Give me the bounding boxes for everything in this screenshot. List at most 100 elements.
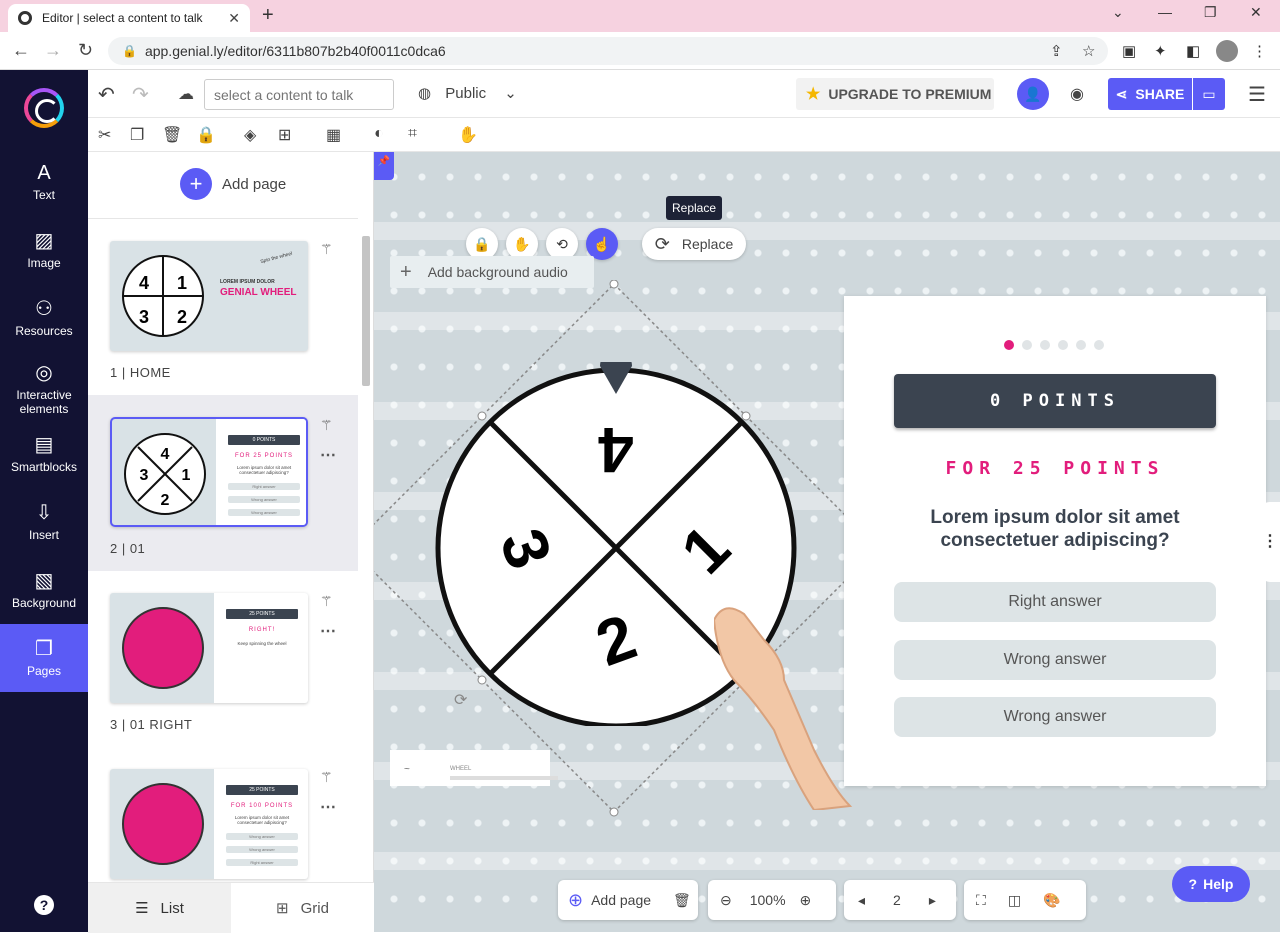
crop-icon[interactable]: ⌗ [408, 125, 417, 143]
transparency-icon[interactable]: ▦ [326, 125, 341, 145]
profile-avatar[interactable] [1216, 40, 1238, 62]
present-icon[interactable]: ▭ [1193, 78, 1225, 110]
editor-canvas[interactable]: 📌 Replace 🔒 ✋ ⟲ ☝ ⟳ Replace + Add backgr… [374, 152, 1280, 932]
redo-icon[interactable]: ↷ [132, 82, 149, 107]
browser-menu-icon[interactable]: ⋮ [1252, 42, 1267, 60]
more-options-icon[interactable]: ⋯ [320, 445, 336, 465]
forward-icon[interactable]: → [44, 40, 62, 61]
magic-wand-icon[interactable]: ⚚ [320, 241, 333, 258]
edit-toolbar: ✂ ❐ 🗑 🔒 ◈ ⊞ ▦ ◐ ⌗ ✋ [88, 118, 1280, 152]
preview-eye-icon[interactable]: ◉ [1070, 84, 1084, 104]
page-item-4[interactable]: 25 POINTS FOR 100 POINTS Lorem ipsum dol… [88, 747, 358, 882]
sidebar-item-insert[interactable]: ⇩ Insert [0, 500, 88, 568]
share-button[interactable]: ⋖ SHARE [1108, 78, 1192, 110]
page-thumbnail[interactable]: 4 1 2 3 0 POINTS FOR 25 POINTS Lorem ips… [110, 417, 308, 527]
hand-icon[interactable]: ✋ [458, 125, 478, 145]
delete-page-icon[interactable]: 🗑 [673, 892, 691, 909]
talk-content-input[interactable] [204, 79, 394, 110]
page-number[interactable]: 2 [893, 892, 901, 908]
cut-icon[interactable]: ✂ [98, 125, 111, 145]
address-bar: ← → ↻ 🔒 app.genial.ly/editor/6311b807b2b… [0, 32, 1280, 70]
help-button[interactable]: ? Help [1172, 866, 1250, 902]
thumb-for-points: FOR 25 POINTS [234, 453, 293, 459]
visibility-dropdown[interactable]: ◍ Public ⌄ [418, 84, 517, 102]
answer-button-2[interactable]: Wrong answer [894, 640, 1216, 680]
answer-button-1[interactable]: Right answer [894, 582, 1216, 622]
fit-screen-icon[interactable]: ⛶ [976, 892, 986, 909]
thumb-wheel [122, 783, 204, 865]
more-options-icon[interactable]: ⋯ [320, 797, 336, 817]
back-icon[interactable]: ← [12, 40, 30, 61]
pages-scrollbar[interactable] [360, 222, 372, 878]
palette-icon[interactable]: 🎨 [1043, 892, 1060, 909]
browser-tab[interactable]: Editor | select a content to talk ✕ [8, 4, 250, 32]
side-panel-handle-icon[interactable]: ⋮ [1258, 502, 1280, 582]
close-tab-icon[interactable]: ✕ [228, 10, 240, 27]
copy-icon[interactable]: ❐ [130, 125, 144, 145]
scrollbar-thumb[interactable] [362, 236, 370, 386]
audio-wave-icon: ~ [404, 764, 410, 775]
insert-icon: ⇩ [35, 502, 53, 524]
thumb-answer: Wrong answer [228, 496, 300, 503]
thumb-title: GENIAL WHEEL [220, 287, 297, 298]
pin-icon[interactable]: 📌 [374, 152, 394, 180]
rotate-handle-icon[interactable]: ⟳ [454, 690, 467, 710]
magic-wand-icon[interactable]: ⚚ [320, 769, 333, 786]
page-thumbnail[interactable]: 25 POINTS FOR 100 POINTS Lorem ipsum dol… [110, 769, 308, 879]
close-window-icon[interactable]: ✕ [1250, 4, 1262, 21]
puzzle-icon[interactable]: ✦ [1154, 42, 1167, 60]
prev-page-icon[interactable]: ◂ [858, 892, 865, 909]
undo-icon[interactable]: ↶ [98, 82, 115, 107]
sidebar-item-interactive[interactable]: ◎ Interactive elements [0, 360, 88, 436]
page-thumbnail[interactable]: 4 1 3 2 LOREM IPSUM DOLOR GENIAL WHEEL S… [110, 241, 308, 351]
restore-icon[interactable]: ❐ [1204, 4, 1217, 21]
minimize-icon[interactable]: — [1158, 4, 1172, 20]
sidebar-item-pages[interactable]: ❐ Pages [0, 624, 88, 692]
url-field[interactable]: 🔒 app.genial.ly/editor/6311b807b2b40f001… [108, 37, 1108, 65]
layers-icon[interactable]: ◈ [244, 125, 256, 145]
page-item-1[interactable]: 4 1 3 2 LOREM IPSUM DOLOR GENIAL WHEEL S… [88, 219, 358, 395]
sidebar-item-image[interactable]: ▨ Image [0, 228, 88, 296]
upgrade-premium-button[interactable]: ★ UPGRADE TO PREMIUM [796, 78, 994, 110]
lock-icon[interactable]: 🔒 [196, 125, 216, 145]
next-page-icon[interactable]: ▸ [929, 892, 936, 909]
tab-search-icon[interactable]: ⌄ [1112, 4, 1124, 21]
answer-button-3[interactable]: Wrong answer [894, 697, 1216, 737]
replace-button[interactable]: ⟳ Replace [642, 228, 746, 260]
filter-icon[interactable]: ◐ [374, 125, 384, 143]
svg-text:2: 2 [161, 492, 170, 509]
sidebar-item-smartblocks[interactable]: ▤ Smartblocks [0, 432, 88, 500]
page-thumbnail[interactable]: 25 POINTS RIGHT! Keep spinning the wheel [110, 593, 308, 703]
sidebar-item-resources[interactable]: ⚇ Resources [0, 296, 88, 364]
sidebar-item-text[interactable]: A Text [0, 160, 88, 228]
sidepanel-icon[interactable]: ◧ [1186, 42, 1200, 60]
zoom-level[interactable]: 100% [750, 892, 786, 908]
points-display: 0 POINTS [894, 374, 1216, 428]
bookmark-star-icon[interactable]: ☆ [1082, 42, 1095, 60]
add-page-bottom-button[interactable]: ⊕ Add page [558, 890, 651, 911]
share-page-icon[interactable]: ⇪ [1050, 42, 1063, 60]
audio-player-element[interactable]: ~ WHEEL [390, 750, 558, 786]
page-item-2[interactable]: 4 1 2 3 0 POINTS FOR 25 POINTS Lorem ips… [88, 395, 358, 571]
page-item-3[interactable]: 25 POINTS RIGHT! Keep spinning the wheel… [88, 571, 358, 747]
add-collaborator-icon[interactable]: 👤 [1017, 78, 1049, 110]
more-options-icon[interactable]: ⋯ [320, 621, 336, 641]
zoom-out-icon[interactable]: ⊖ [720, 892, 732, 909]
new-tab-icon[interactable]: + [262, 4, 274, 27]
thumb-points: 25 POINTS [226, 609, 298, 619]
group-icon[interactable]: ⊞ [278, 125, 291, 145]
zoom-in-icon[interactable]: ⊕ [800, 892, 812, 909]
hamburger-menu-icon[interactable]: ☰ [1248, 82, 1266, 107]
help-question-icon[interactable]: ? [34, 895, 54, 915]
grid-view-button[interactable]: ⊞ Grid [231, 883, 374, 933]
genially-logo-icon[interactable] [24, 88, 64, 128]
extension-icon[interactable]: ▣ [1122, 42, 1136, 60]
split-view-icon[interactable]: ◫ [1008, 892, 1021, 909]
magic-wand-icon[interactable]: ⚚ [320, 593, 333, 610]
list-view-button[interactable]: ☰ List [88, 883, 231, 933]
thumb-wheel: 4 1 3 2 [122, 255, 204, 337]
magic-wand-icon[interactable]: ⚚ [320, 417, 333, 434]
add-page-button[interactable]: + Add page [180, 168, 286, 200]
reload-icon[interactable]: ↻ [78, 40, 93, 61]
delete-icon[interactable]: 🗑 [162, 125, 182, 145]
